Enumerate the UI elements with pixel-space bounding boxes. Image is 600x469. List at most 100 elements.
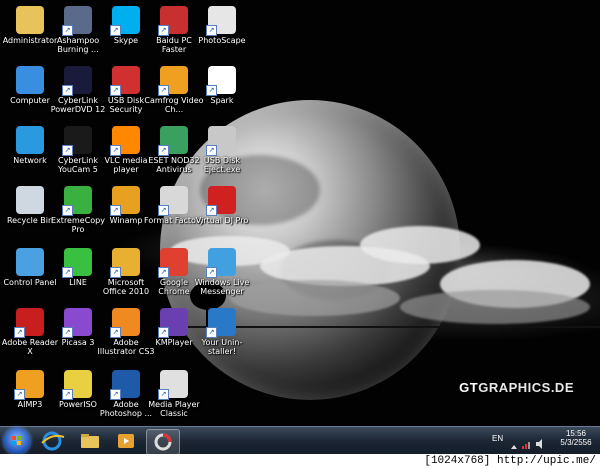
- desktop-icon-label: PhotoScape: [198, 36, 246, 45]
- windows-logo-icon: [12, 436, 21, 445]
- usb-eject-icon: ↗: [206, 126, 236, 156]
- messenger-icon: ↗: [206, 248, 236, 278]
- extremecopy-icon: ↗: [62, 186, 92, 216]
- taskbar-photoscape-button[interactable]: [146, 429, 180, 455]
- watermark-text: GTGRAPHICS.DE: [459, 380, 574, 395]
- source-ribbon: [1024x768] http://upic.me/: [0, 454, 600, 469]
- shortcut-arrow-icon: ↗: [158, 145, 169, 156]
- desktop-icon-label: Virtual DJ Pro: [195, 216, 249, 225]
- desktop-icon-label: USB Disk Eject.exe: [203, 156, 241, 174]
- vlc-cone-icon: ↗: [110, 126, 140, 156]
- winamp-icon: ↗: [110, 186, 140, 216]
- format-factory-icon: ↗: [158, 186, 188, 216]
- recycle-bin-icon: [16, 186, 44, 214]
- uninstaller-icon: ↗: [206, 308, 236, 338]
- photoscape-icon: [154, 433, 172, 451]
- powerdvd-icon: ↗: [62, 66, 92, 96]
- desktop-icon[interactable]: ↗ Media Player Classic: [144, 370, 204, 430]
- taskbar-ie-button[interactable]: [36, 429, 68, 453]
- clock-time: 15:56: [565, 429, 587, 438]
- shortcut-arrow-icon: ↗: [206, 267, 217, 278]
- shortcut-arrow-icon: ↗: [158, 327, 169, 338]
- picasa-icon: ↗: [62, 308, 92, 338]
- shortcut-arrow-icon: ↗: [158, 205, 169, 216]
- shortcut-arrow-icon: ↗: [158, 85, 169, 96]
- shortcut-arrow-icon: ↗: [14, 389, 25, 400]
- poweriso-disc-icon: ↗: [62, 370, 92, 400]
- shortcut-arrow-icon: ↗: [62, 327, 73, 338]
- internet-explorer-icon: [41, 431, 65, 451]
- virtual-dj-icon: ↗: [206, 186, 236, 216]
- network-signal-icon[interactable]: [522, 434, 532, 449]
- desktop-icon[interactable]: ↗ Windows Live Messenger: [192, 248, 252, 308]
- photoscape-icon: ↗: [206, 6, 236, 36]
- desktop-icon[interactable]: ↗ Spark: [192, 66, 252, 126]
- control-panel-icon: [16, 248, 44, 276]
- taskbar-media-button[interactable]: [110, 429, 142, 453]
- shortcut-arrow-icon: ↗: [62, 145, 73, 156]
- shortcut-arrow-icon: ↗: [206, 327, 217, 338]
- skype-icon: ↗: [110, 6, 140, 36]
- ashampoo-icon: ↗: [62, 6, 92, 36]
- shortcut-arrow-icon: ↗: [110, 85, 121, 96]
- shortcut-arrow-icon: ↗: [62, 267, 73, 278]
- network-globe-icon: [16, 126, 44, 154]
- windows-explorer-icon: [81, 434, 99, 448]
- photoshop-icon: ↗: [110, 370, 140, 400]
- desktop-icon[interactable]: ↗ USB Disk Eject.exe: [192, 126, 252, 186]
- taskbar: EN 15:56 5/3/2556: [0, 426, 600, 455]
- folder-user-icon: [16, 6, 44, 34]
- line-icon: ↗: [62, 248, 92, 278]
- shortcut-arrow-icon: ↗: [110, 205, 121, 216]
- chrome-icon: ↗: [158, 248, 188, 278]
- shortcut-arrow-icon: ↗: [206, 25, 217, 36]
- aimp-icon: ↗: [14, 370, 44, 400]
- desktop-icon[interactable]: ↗ PhotoScape: [192, 6, 252, 66]
- shortcut-arrow-icon: ↗: [110, 145, 121, 156]
- mpc-clapper-icon: ↗: [158, 370, 188, 400]
- taskbar-explorer-button[interactable]: [74, 429, 106, 453]
- desktop-icon-label: Your Unin-staller!: [201, 338, 243, 356]
- language-indicator[interactable]: EN: [492, 434, 503, 443]
- cloud-shape: [400, 290, 590, 324]
- desktop-icon-label: Media Player Classic: [148, 400, 200, 418]
- shortcut-arrow-icon: ↗: [62, 85, 73, 96]
- shortcut-arrow-icon: ↗: [110, 389, 121, 400]
- eset-icon: ↗: [158, 126, 188, 156]
- shortcut-arrow-icon: ↗: [110, 25, 121, 36]
- shortcut-arrow-icon: ↗: [14, 327, 25, 338]
- kmplayer-icon: ↗: [158, 308, 188, 338]
- shortcut-arrow-icon: ↗: [110, 267, 121, 278]
- youcam-icon: ↗: [62, 126, 92, 156]
- computer-icon: [16, 66, 44, 94]
- illustrator-icon: ↗: [110, 308, 140, 338]
- volume-icon[interactable]: [536, 434, 546, 449]
- cloud-shape: [360, 226, 480, 264]
- camfrog-icon: ↗: [158, 66, 188, 96]
- shortcut-arrow-icon: ↗: [110, 327, 121, 338]
- start-button[interactable]: [4, 428, 30, 454]
- clock[interactable]: 15:56 5/3/2556: [556, 429, 596, 447]
- tray-arrow-icon[interactable]: [510, 436, 518, 449]
- clock-date: 5/3/2556: [560, 438, 592, 447]
- shortcut-arrow-icon: ↗: [62, 25, 73, 36]
- desktop-icon[interactable]: ↗ Virtual DJ Pro: [192, 186, 252, 246]
- office-icon: ↗: [110, 248, 140, 278]
- shortcut-arrow-icon: ↗: [206, 85, 217, 96]
- usb-security-icon: ↗: [110, 66, 140, 96]
- shortcut-arrow-icon: ↗: [158, 267, 169, 278]
- shortcut-arrow-icon: ↗: [62, 205, 73, 216]
- baidu-shield-icon: ↗: [158, 6, 188, 36]
- shortcut-arrow-icon: ↗: [158, 25, 169, 36]
- shortcut-arrow-icon: ↗: [206, 205, 217, 216]
- cloud-shape: [230, 280, 400, 316]
- desktop-icon-label: Windows Live Messenger: [194, 278, 250, 296]
- desktop-icon-label: Spark: [210, 96, 234, 105]
- adobe-reader-icon: ↗: [14, 308, 44, 338]
- shortcut-arrow-icon: ↗: [158, 389, 169, 400]
- shortcut-arrow-icon: ↗: [62, 389, 73, 400]
- spark-paw-icon: ↗: [206, 66, 236, 96]
- desktop-icon[interactable]: ↗ Your Unin-staller!: [192, 308, 252, 368]
- shortcut-arrow-icon: ↗: [206, 145, 217, 156]
- ribbon-text: [1024x768] http://upic.me/: [424, 455, 596, 467]
